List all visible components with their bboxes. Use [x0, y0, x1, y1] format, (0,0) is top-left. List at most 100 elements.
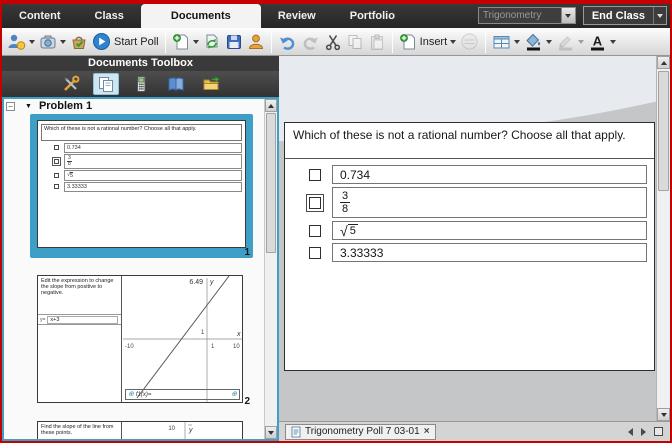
option-2-checkbox[interactable] — [309, 197, 321, 209]
new-document-button[interactable] — [170, 30, 201, 54]
student-kit-button[interactable] — [68, 30, 90, 54]
scroll-up-button[interactable] — [265, 99, 277, 112]
page-sorter-tab[interactable] — [93, 73, 119, 95]
page-thumbnail-2[interactable]: Edit the expression to change the slope … — [30, 275, 253, 407]
tab-review[interactable]: Review — [261, 4, 333, 28]
section-arrow-icon[interactable]: ▼ — [25, 103, 32, 110]
screen-capture-button[interactable] — [37, 30, 68, 54]
calculator-icon — [132, 75, 150, 93]
copy-button[interactable] — [344, 30, 366, 54]
option-2-checkbox-wrap — [306, 194, 324, 212]
page-thumbnail-1[interactable]: Which of these is not a rational number?… — [30, 114, 253, 258]
thumb-option-row: 0.734 — [52, 143, 242, 152]
class-select-arrow-button[interactable] — [561, 8, 575, 23]
insert-button[interactable]: Insert — [397, 30, 459, 54]
fill-color-icon — [524, 32, 543, 51]
option-4-field[interactable]: 3.33333 — [332, 243, 647, 262]
scroll-down-button[interactable] — [265, 426, 277, 439]
paste-icon — [368, 33, 386, 51]
save-button[interactable] — [223, 30, 245, 54]
document-scrollbar[interactable] — [656, 56, 670, 421]
option-3-field[interactable]: √5 — [332, 221, 647, 240]
add-student-button[interactable] — [5, 30, 37, 54]
expression-value: x+3 — [47, 316, 118, 324]
variables-button[interactable] — [458, 30, 481, 54]
question-text[interactable]: Which of these is not a rational number?… — [285, 123, 654, 159]
tabbar-spacer — [412, 4, 478, 28]
tab-documents[interactable]: Documents — [141, 4, 261, 28]
thumb-checkbox-wrap — [52, 157, 61, 166]
transfer-document-button[interactable] — [201, 30, 223, 54]
page-sorter-panel: − ▼ Problem 1 Which of these is not a ra… — [2, 97, 279, 441]
line-color-button[interactable] — [554, 30, 586, 54]
radical-icon: √ — [340, 224, 348, 238]
option-3-checkbox[interactable] — [309, 225, 321, 237]
thumb-option-row: 3.33333 — [52, 182, 242, 191]
document-tab[interactable]: Trigonometry Poll 7 03-01 × — [285, 424, 436, 440]
graph-preview: 10 y — [123, 422, 243, 441]
problem-label: Problem 1 — [39, 100, 92, 112]
arrow-up-icon — [268, 104, 274, 108]
chevron-down-icon — [514, 40, 520, 44]
document-tools-tab[interactable] — [58, 73, 84, 95]
class-select-dropdown[interactable]: Trigonometry — [478, 7, 576, 24]
folder-icon — [202, 75, 220, 93]
option-2-field[interactable]: 38 — [332, 187, 647, 218]
student-button[interactable] — [245, 30, 267, 54]
option-1-checkbox[interactable] — [309, 169, 321, 181]
chevron-down-icon — [450, 40, 456, 44]
thumb3-prompt-pane: Find the slope of the line from these po… — [38, 422, 122, 441]
insert-icon — [399, 33, 417, 51]
page-thumbnail-3[interactable]: Find the slope of the line from these po… — [30, 421, 253, 441]
document-icon — [291, 426, 301, 438]
next-document-button[interactable] — [641, 428, 646, 436]
scrollbar-thumb[interactable] — [658, 71, 669, 191]
end-class-menu-arrow[interactable] — [653, 7, 666, 24]
tab-class[interactable]: Class — [78, 4, 141, 28]
sidebar-scrollbar[interactable] — [264, 99, 277, 439]
scroll-down-button[interactable] — [657, 408, 670, 421]
text-color-button[interactable]: A — [586, 30, 618, 54]
collapse-box-icon[interactable]: − — [6, 102, 15, 111]
option-row-4: 3.33333 — [285, 243, 647, 262]
svg-text:1: 1 — [201, 330, 205, 336]
cut-button[interactable] — [322, 30, 344, 54]
ti-smartview-tab[interactable] — [128, 73, 154, 95]
book-icon — [167, 75, 185, 93]
start-poll-button[interactable]: Start Poll — [90, 30, 161, 54]
thumb2-graph-pane: 6.49 y 1 -10 1 10 x ⊕ f1(x)= ⊕ — [123, 276, 242, 402]
scroll-up-button[interactable] — [657, 56, 670, 69]
lesson-content-tab[interactable] — [163, 73, 189, 95]
open-documents-bar: Trigonometry Poll 7 03-01 × — [279, 421, 670, 441]
arrow-down-icon — [661, 413, 667, 417]
chevron-down-icon — [193, 40, 199, 44]
document-list-button[interactable] — [654, 427, 663, 436]
thumb3-prompt-text: Find the slope of the line from these po… — [38, 422, 121, 438]
line-color-icon — [556, 32, 575, 51]
undo-icon — [278, 33, 297, 51]
fraction: 38 — [340, 190, 350, 215]
option-1-field[interactable]: 0.734 — [332, 165, 647, 184]
plus-circle-icon: ⊕ — [231, 391, 237, 398]
paste-button[interactable] — [366, 30, 388, 54]
option-1-checkbox-wrap — [306, 166, 324, 184]
previous-document-button[interactable] — [628, 428, 633, 436]
chevron-down-icon — [565, 14, 571, 18]
undo-button[interactable] — [276, 30, 299, 54]
tab-portfolio[interactable]: Portfolio — [333, 4, 412, 28]
start-poll-label: Start Poll — [114, 36, 159, 48]
close-icon[interactable]: × — [424, 426, 430, 437]
problem-section-header[interactable]: − ▼ Problem 1 — [4, 99, 277, 113]
end-class-button[interactable]: End Class — [583, 6, 667, 25]
fill-color-button[interactable] — [522, 30, 554, 54]
page-layout-button[interactable] — [490, 30, 522, 54]
student-kit-icon — [70, 33, 88, 51]
scrollbar-thumb[interactable] — [266, 113, 276, 253]
insert-label: Insert — [420, 36, 448, 48]
option-4-checkbox[interactable] — [309, 247, 321, 259]
expression-label: y= — [40, 317, 45, 323]
portfolio-tab[interactable] — [198, 73, 224, 95]
document-workspace: Which of these is not a rational number?… — [279, 56, 670, 441]
redo-button[interactable] — [299, 30, 322, 54]
tab-content[interactable]: Content — [2, 4, 78, 28]
